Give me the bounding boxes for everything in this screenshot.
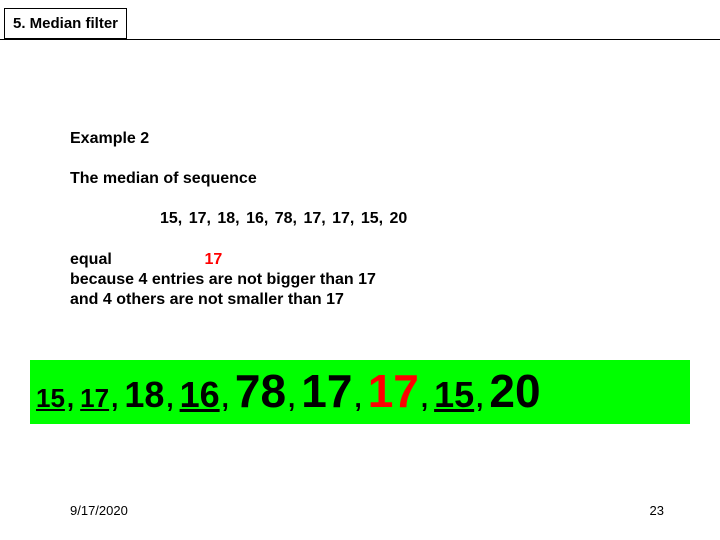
separator: , [65,383,80,414]
title-divider [0,39,720,40]
equal-value: 17 [204,251,222,268]
intro-text: The median of sequence [70,170,650,188]
slide: 5. Median filter Example 2 The median of… [0,0,720,540]
big-number: 78 [235,364,286,418]
content-area: Example 2 The median of sequence 15, 17,… [0,130,720,310]
page-title: 5. Median filter [4,8,127,39]
big-number: 15 [434,374,474,416]
explain-line-2: because 4 entries are not bigger than 17 [70,270,650,290]
slide-footer: 9/17/2020 23 [0,503,720,518]
separator: , [220,383,235,414]
big-number: 17 [80,383,109,414]
big-number: 20 [489,364,540,418]
explanation-block: equal 17 because 4 entries are not bigge… [70,250,650,310]
explain-line-3: and 4 others are not smaller than 17 [70,290,650,310]
footer-date: 9/17/2020 [70,503,128,518]
sequence-text: 15, 17, 18, 16, 78, 17, 17, 15, 20 [70,210,650,228]
big-number: 15 [36,383,65,414]
separator: , [419,383,434,414]
separator: , [474,383,489,414]
separator: , [164,383,179,414]
footer-page-number: 23 [650,503,664,518]
big-number: 17 [301,364,352,418]
big-number: 18 [124,374,164,416]
big-number: 17 [368,364,419,418]
separator: , [352,383,367,414]
separator: , [109,383,124,414]
big-number: 16 [180,374,220,416]
highlighted-sequence: 15,17,18,16,78,17,17,15,20 [30,360,690,424]
separator: , [286,383,301,414]
example-heading: Example 2 [70,130,650,148]
equal-label: equal [70,250,200,270]
